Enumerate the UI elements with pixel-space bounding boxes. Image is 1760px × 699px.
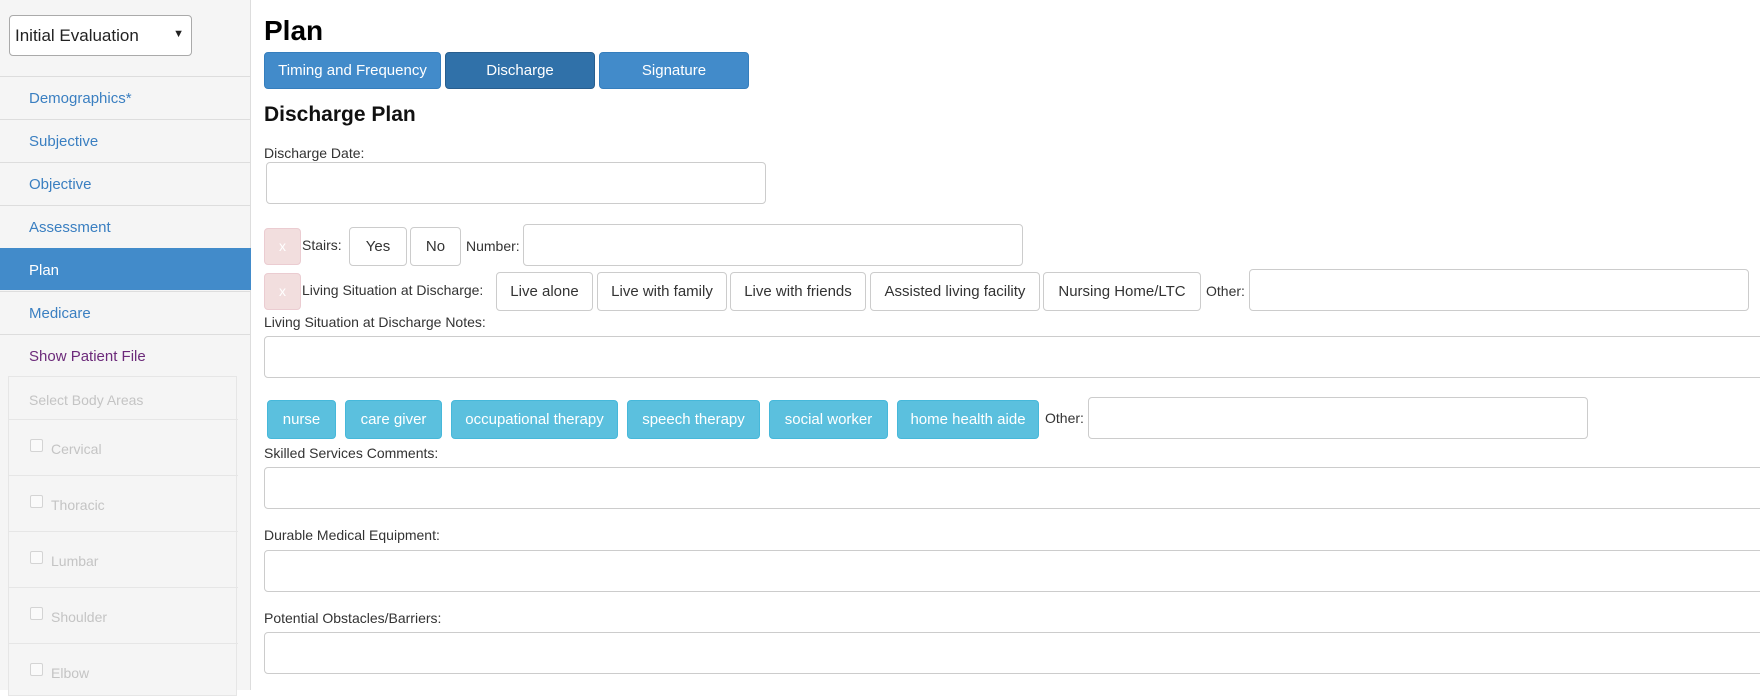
nav-item-medicare[interactable]: Medicare	[0, 291, 251, 333]
nav-item-label: Medicare	[29, 305, 91, 322]
body-area-label: Elbow	[51, 665, 90, 681]
tab-timing-and-frequency[interactable]: Timing and Frequency	[264, 52, 441, 89]
stairs-clear-button[interactable]: x	[264, 228, 301, 265]
tab-discharge[interactable]: Discharge	[445, 52, 595, 89]
nav-item-label: Plan	[29, 262, 60, 279]
caret-down-icon: ▼	[173, 28, 184, 40]
stairs-yes-button[interactable]: Yes	[349, 227, 407, 266]
obstacles-label: Potential Obstacles/Barriers:	[264, 610, 442, 626]
body-area-cervical[interactable]: Cervical	[9, 419, 238, 475]
living-notes-label: Living Situation at Discharge Notes:	[264, 314, 486, 330]
nav-item-label: Assessment	[29, 219, 111, 236]
option-assisted-living-facility[interactable]: Assisted living facility	[870, 272, 1040, 311]
option-nursing-home-ltc[interactable]: Nursing Home/LTC	[1043, 272, 1201, 311]
living-situation-label: Living Situation at Discharge:	[302, 282, 484, 298]
tab-signature[interactable]: Signature	[599, 52, 749, 89]
body-area-shoulder[interactable]: Shoulder	[9, 587, 238, 643]
body-area-label: Lumbar	[51, 553, 99, 569]
body-area-lumbar[interactable]: Lumbar	[9, 531, 238, 587]
service-home-health-aide[interactable]: home health aide	[897, 400, 1039, 439]
option-live-with-friends[interactable]: Live with friends	[730, 272, 866, 311]
discharge-date-label: Discharge Date:	[264, 145, 365, 161]
evaluation-select-value: Initial Evaluation	[15, 26, 139, 45]
service-speech-therapy[interactable]: speech therapy	[627, 400, 760, 439]
skilled-services-other-input[interactable]	[1088, 397, 1588, 439]
option-live-alone[interactable]: Live alone	[496, 272, 593, 311]
dme-input[interactable]	[264, 550, 1760, 592]
nav-item-label: Show Patient File	[29, 348, 146, 365]
stairs-number-input[interactable]	[523, 224, 1023, 266]
living-situation-clear-button[interactable]: x	[264, 273, 301, 310]
discharge-date-input[interactable]	[266, 162, 766, 204]
body-area-elbow[interactable]: Elbow	[9, 643, 238, 699]
body-area-checkbox[interactable]	[30, 663, 43, 676]
service-occupational-therapy[interactable]: occupational therapy	[451, 400, 618, 439]
nav-item-label: Subjective	[29, 133, 99, 150]
service-care-giver[interactable]: care giver	[345, 400, 442, 439]
body-area-label: Cervical	[51, 441, 102, 457]
obstacles-input[interactable]	[264, 632, 1760, 674]
body-area-label: Thoracic	[51, 497, 105, 513]
page-title: Plan	[264, 15, 324, 46]
dme-label: Durable Medical Equipment:	[264, 527, 440, 543]
service-nurse[interactable]: nurse	[267, 400, 336, 439]
nav-item-show-patient-file[interactable]: Show Patient File	[0, 334, 251, 376]
section-title: Discharge Plan	[264, 103, 416, 126]
living-situation-other-label: Other:	[1206, 283, 1245, 299]
main-content: Plan Timing and Frequency Discharge Sign…	[264, 0, 1760, 690]
living-situation-other-input[interactable]	[1249, 269, 1749, 311]
body-areas-panel: Select Body Areas Cervical Thoracic Lumb…	[8, 376, 238, 699]
nav-item-subjective[interactable]: Subjective	[0, 119, 251, 161]
body-area-checkbox[interactable]	[30, 495, 43, 508]
skilled-comments-input[interactable]	[264, 467, 1760, 509]
sidebar: Initial Evaluation ▼ Demographics* Subje…	[0, 0, 251, 696]
service-social-worker[interactable]: social worker	[769, 400, 888, 439]
nav-item-label: Demographics*	[29, 90, 132, 107]
skilled-comments-label: Skilled Services Comments:	[264, 445, 439, 461]
nav-item-demographics[interactable]: Demographics*	[0, 76, 251, 118]
stairs-label: Stairs:	[302, 237, 342, 253]
body-area-thoracic[interactable]: Thoracic	[9, 475, 238, 531]
nav-item-assessment[interactable]: Assessment	[0, 205, 251, 247]
skilled-services-other-label: Other:	[1045, 410, 1084, 426]
evaluation-select[interactable]: Initial Evaluation ▼	[9, 15, 192, 56]
body-area-checkbox[interactable]	[30, 551, 43, 564]
living-notes-input[interactable]	[264, 336, 1760, 378]
option-live-with-family[interactable]: Live with family	[597, 272, 727, 311]
body-area-checkbox[interactable]	[30, 439, 43, 452]
body-areas-header: Select Body Areas	[29, 392, 144, 408]
nav-item-objective[interactable]: Objective	[0, 162, 251, 204]
body-area-checkbox[interactable]	[30, 607, 43, 620]
nav-item-plan[interactable]: Plan	[0, 248, 251, 290]
nav-item-label: Objective	[29, 176, 92, 193]
stairs-number-label: Number:	[466, 238, 520, 254]
stairs-no-button[interactable]: No	[410, 227, 461, 266]
body-area-label: Shoulder	[51, 609, 108, 625]
